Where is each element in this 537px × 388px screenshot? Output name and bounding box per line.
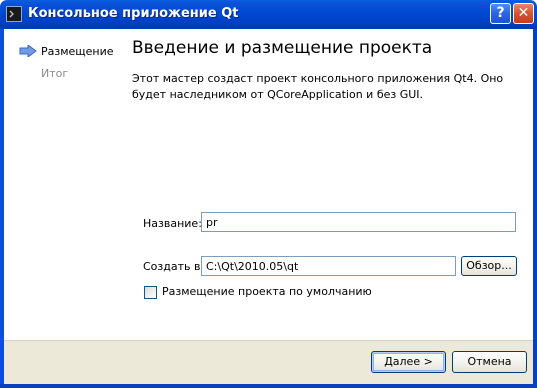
sidebar-item-summary: Итог bbox=[41, 67, 69, 80]
window-frame-bottom bbox=[0, 384, 537, 388]
browse-button[interactable]: Обзор... bbox=[461, 256, 517, 276]
page-description: Этот мастер создаст проект консольного п… bbox=[132, 72, 504, 101]
window-frame-right bbox=[533, 29, 537, 388]
window-title: Консольное приложение Qt bbox=[28, 6, 239, 21]
sidebar-item-placement: Размещение bbox=[41, 45, 114, 58]
close-button[interactable]: ✕ bbox=[513, 3, 534, 24]
help-icon: ? bbox=[496, 5, 505, 21]
close-icon: ✕ bbox=[517, 5, 530, 21]
next-button[interactable]: Далее > bbox=[371, 351, 446, 373]
console-icon bbox=[6, 6, 22, 22]
cancel-button[interactable]: Отмена bbox=[452, 351, 527, 373]
wizard-window: Консольное приложение Qt ? ✕ Размещение … bbox=[0, 0, 537, 388]
arrow-right-icon bbox=[19, 45, 37, 57]
title-bar[interactable]: Консольное приложение Qt ? ✕ bbox=[0, 0, 537, 29]
path-input[interactable] bbox=[201, 256, 456, 276]
default-location-label[interactable]: Размещение проекта по умолчанию bbox=[162, 285, 372, 298]
page-title: Введение и размещение проекта bbox=[132, 38, 433, 58]
name-input[interactable] bbox=[201, 212, 516, 232]
name-label: Название: bbox=[143, 217, 202, 230]
help-button[interactable]: ? bbox=[490, 3, 511, 24]
window-frame-left bbox=[0, 29, 4, 388]
default-location-checkbox[interactable] bbox=[144, 286, 157, 299]
path-label: Создать в: bbox=[143, 260, 205, 273]
